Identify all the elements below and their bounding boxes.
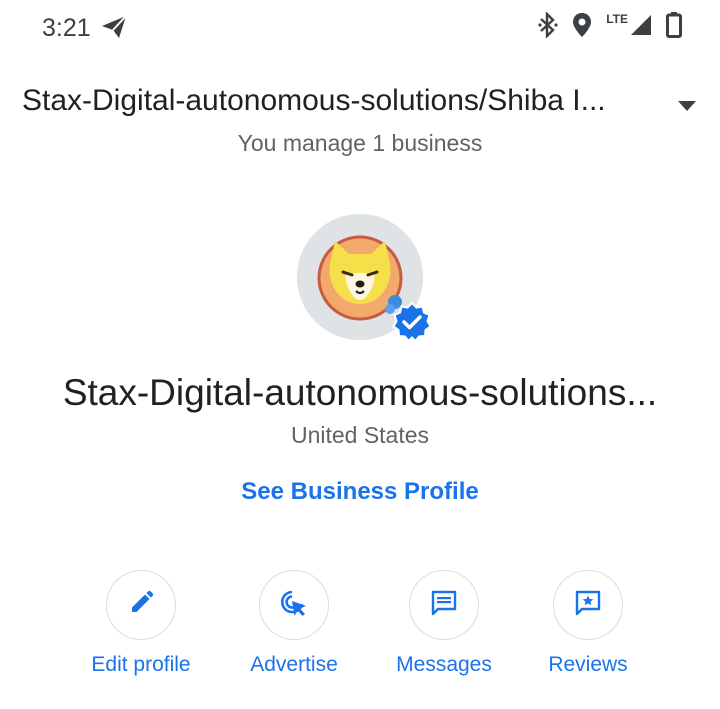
pencil-icon xyxy=(128,590,154,621)
status-time: 3:21 xyxy=(42,14,91,42)
advertise-label: Advertise xyxy=(250,653,338,676)
edit-profile-button[interactable]: Edit profile xyxy=(71,570,211,677)
reviews-label: Reviews xyxy=(548,653,628,676)
verified-badge-icon xyxy=(392,301,432,347)
advertise-circle[interactable] xyxy=(259,570,329,640)
edit-profile-circle[interactable] xyxy=(106,570,176,640)
edit-profile-label: Edit profile xyxy=(91,653,191,676)
location-icon xyxy=(572,12,592,43)
account-switcher[interactable]: Stax-Digital-autonomous-solutions/Shiba … xyxy=(22,84,702,124)
signal-icon xyxy=(630,14,652,41)
status-bar: 3:21 LTE xyxy=(0,0,720,56)
battery-icon xyxy=(666,11,682,43)
reviews-button[interactable]: Reviews xyxy=(518,570,658,677)
business-location: United States xyxy=(290,422,430,448)
account-name: Stax-Digital-autonomous-solutions/Shiba … xyxy=(22,84,606,117)
messages-button[interactable]: Messages xyxy=(374,570,514,677)
quick-actions: Edit profile Advertise Messages Reviews xyxy=(0,570,720,690)
messages-label: Messages xyxy=(396,653,492,676)
review-star-icon xyxy=(575,590,601,621)
manage-count-text: You manage 1 business xyxy=(237,130,483,156)
messages-circle[interactable] xyxy=(409,570,479,640)
business-name: Stax-Digital-autonomous-solutions... xyxy=(62,372,658,413)
message-icon xyxy=(431,590,457,621)
see-business-profile-link[interactable]: See Business Profile xyxy=(0,478,720,506)
advertise-button[interactable]: Advertise xyxy=(224,570,364,677)
network-type: LTE xyxy=(606,12,628,26)
business-avatar xyxy=(297,214,432,343)
bluetooth-icon xyxy=(538,10,558,43)
telegram-send-icon xyxy=(101,15,127,44)
status-icons: LTE xyxy=(538,10,682,43)
advertise-click-icon xyxy=(279,588,309,623)
reviews-circle[interactable] xyxy=(553,570,623,640)
dropdown-arrow-icon[interactable] xyxy=(678,98,696,116)
